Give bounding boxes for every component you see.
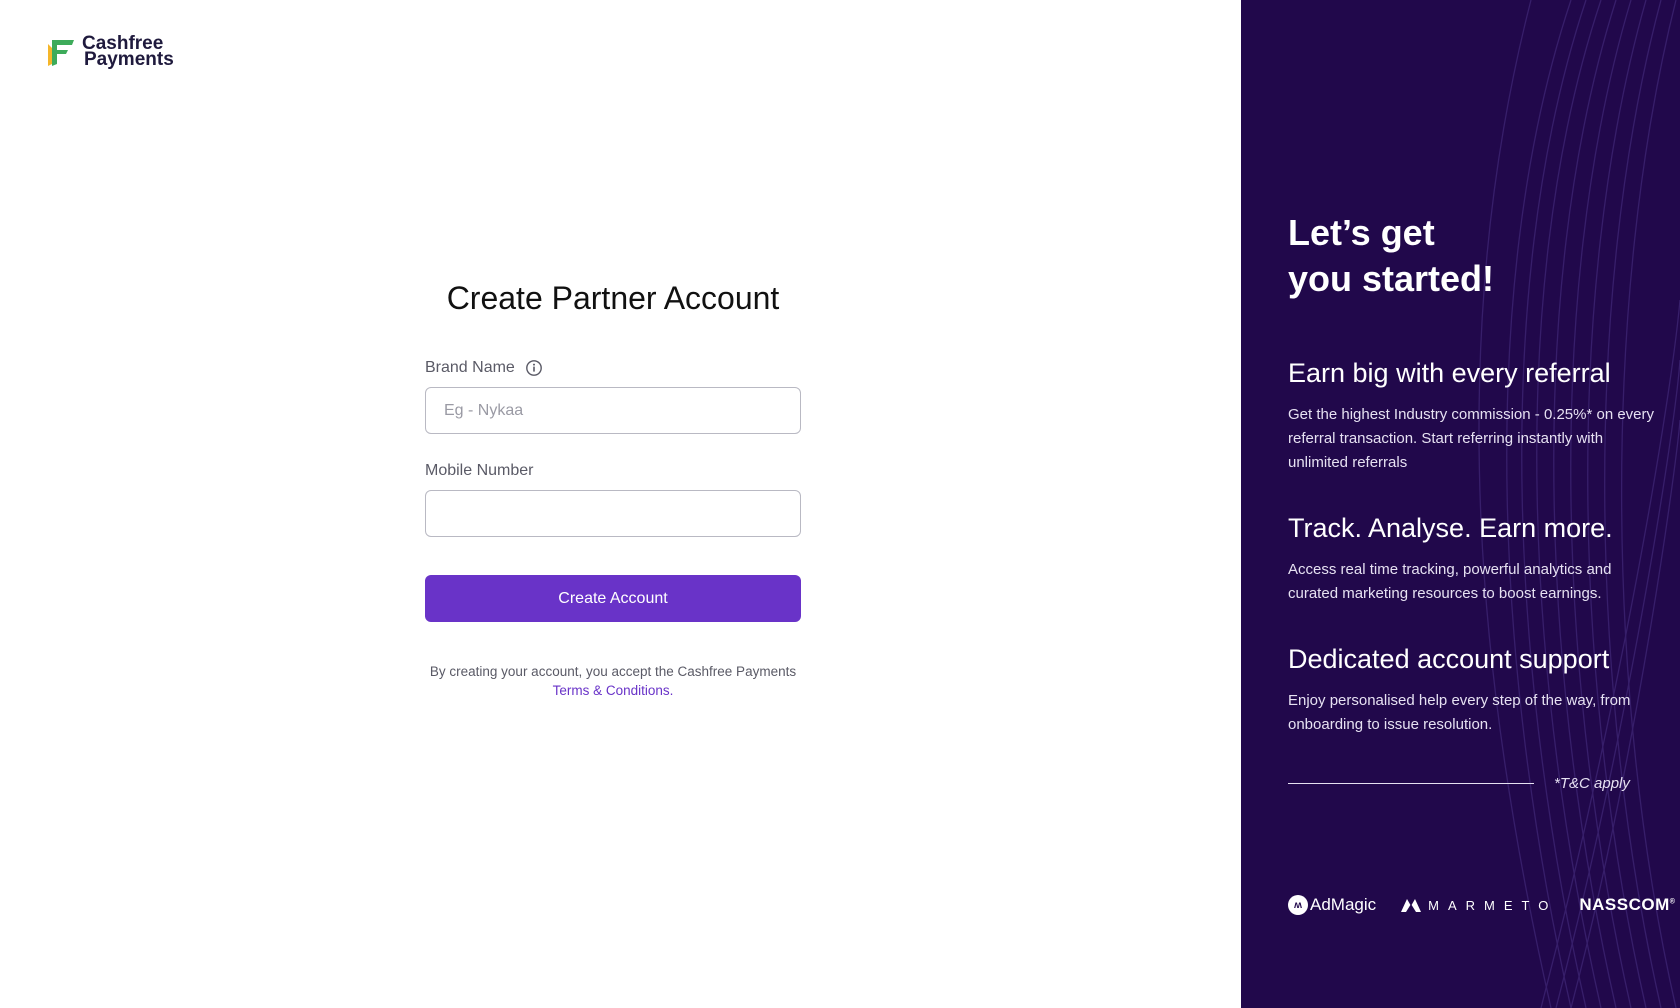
create-account-button[interactable]: Create Account	[425, 575, 801, 622]
mobile-number-input[interactable]	[425, 490, 801, 537]
tc-note: *T&C apply	[1554, 775, 1630, 792]
brand-name-field: Brand Name	[425, 359, 801, 434]
headline-line2: you started!	[1288, 258, 1495, 299]
admagic-logo: ʍ AdMagic	[1288, 895, 1376, 915]
tc-note-row: *T&C apply	[1288, 775, 1658, 792]
registered-mark: ®	[1669, 898, 1676, 906]
info-icon[interactable]	[525, 359, 543, 377]
logo-wordmark: Cashfree Payments	[82, 34, 174, 70]
cashfree-logo[interactable]: Cashfree Payments	[44, 34, 174, 70]
feature-description: Get the highest Industry commission - 0.…	[1288, 406, 1655, 471]
marmeto-icon	[1401, 899, 1422, 912]
promo-headline: Let’s get you started!	[1288, 210, 1658, 302]
feature-support: Dedicated account support Enjoy personal…	[1288, 644, 1658, 737]
terms-text: By creating your account, you accept the…	[429, 664, 797, 679]
brand-name-input[interactable]	[425, 387, 801, 434]
page-title: Create Partner Account	[446, 280, 780, 316]
marmeto-wordmark: MARMETO	[1428, 897, 1558, 913]
form-pane: Cashfree Payments Create Partner Account…	[0, 0, 1241, 1008]
feature-description: Enjoy personalised help every step of th…	[1288, 692, 1631, 733]
promo-panel: Let’s get you started! Earn big with eve…	[1241, 0, 1680, 1008]
headline-line1: Let’s get	[1288, 212, 1435, 253]
nasscom-wordmark: NASSCOM	[1579, 895, 1670, 914]
feature-title: Dedicated account support	[1288, 644, 1610, 674]
nasscom-logo: NASSCOM®	[1579, 895, 1675, 915]
partner-logos: ʍ AdMagic MARMETO NASSCOM®	[1288, 895, 1675, 915]
divider	[1288, 783, 1534, 784]
marmeto-logo: MARMETO	[1400, 897, 1557, 913]
feature-description: Access real time tracking, powerful anal…	[1288, 561, 1612, 602]
feature-tracking: Track. Analyse. Earn more. Access real t…	[1288, 513, 1658, 606]
terms-link[interactable]: Terms & Conditions.	[553, 683, 674, 698]
feature-title: Track. Analyse. Earn more.	[1288, 513, 1613, 543]
logo-line2: Payments	[84, 49, 174, 70]
signup-form: Create Partner Account Brand Name Mobile…	[425, 280, 801, 700]
feature-referral: Earn big with every referral Get the hig…	[1288, 358, 1658, 475]
brand-name-label: Brand Name	[425, 359, 515, 376]
mobile-number-label: Mobile Number	[425, 462, 534, 479]
terms-notice: By creating your account, you accept the…	[417, 662, 809, 700]
admagic-icon: ʍ	[1288, 895, 1308, 915]
mobile-number-field: Mobile Number	[425, 462, 801, 537]
feature-title: Earn big with every referral	[1288, 358, 1611, 388]
cashfree-logo-icon	[44, 36, 76, 70]
promo-content: Let’s get you started! Earn big with eve…	[1288, 210, 1658, 775]
admagic-wordmark: AdMagic	[1310, 895, 1377, 914]
